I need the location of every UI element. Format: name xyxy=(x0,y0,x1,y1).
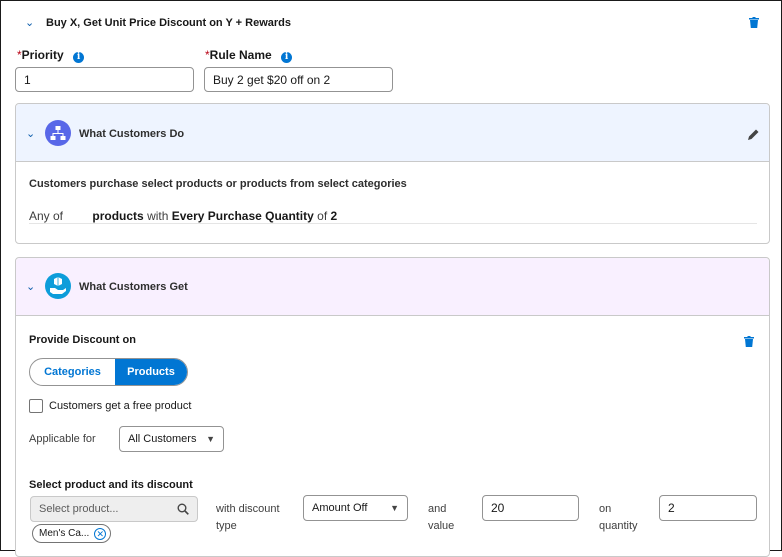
priority-label: Priority xyxy=(21,48,64,62)
gift-hand-icon xyxy=(45,273,71,299)
and-label: and xyxy=(428,503,447,515)
divider xyxy=(29,223,757,224)
any-of-label: Any of xyxy=(29,209,64,223)
rule-name-input[interactable]: Buy 2 get $20 off on 2 xyxy=(204,67,393,92)
rule-card: ⌄ Buy X, Get Unit Price Discount on Y + … xyxy=(0,0,782,557)
product-chip[interactable]: Men's Ca... ✕ xyxy=(32,524,112,543)
do-quantity: 2 xyxy=(330,209,338,223)
remove-chip-icon[interactable]: ✕ xyxy=(94,527,107,540)
discount-type-label-2: type xyxy=(216,520,237,532)
of-text: of xyxy=(317,209,328,223)
priority-label-row: *Priority i xyxy=(17,48,85,63)
rule-name-label-row: *Rule Name i xyxy=(205,48,293,63)
rule-title: Buy X, Get Unit Price Discount on Y + Re… xyxy=(46,17,292,29)
do-section-title: What Customers Do xyxy=(79,128,185,140)
collapse-chevron-icon[interactable]: ⌄ xyxy=(26,282,35,293)
info-icon[interactable]: i xyxy=(73,52,85,63)
do-description: Customers purchase select products or pr… xyxy=(29,178,407,190)
delete-rule-icon[interactable] xyxy=(749,17,759,28)
search-icon xyxy=(177,503,189,515)
priority-input[interactable]: 1 xyxy=(15,67,194,92)
chip-label: Men's Ca... xyxy=(39,528,90,539)
get-section-title: What Customers Get xyxy=(79,281,188,293)
discount-type-select[interactable]: Amount Off ▼ xyxy=(303,495,408,521)
value-label: value xyxy=(428,520,455,532)
with-text: with xyxy=(147,209,169,223)
collapse-chevron-icon[interactable]: ⌄ xyxy=(26,129,35,140)
edit-pencil-icon[interactable] xyxy=(747,128,760,141)
quantity-label: quantity xyxy=(599,520,638,532)
what-customers-get-card: ⌄ What Customers Get Provide Discount on… xyxy=(15,257,770,557)
select-product-label: Select product and its discount xyxy=(29,479,193,491)
quantity-input[interactable]: 2 xyxy=(659,495,757,521)
dropdown-arrow-icon: ▼ xyxy=(206,434,215,444)
discount-on-toggle: Categories Products xyxy=(29,358,188,386)
provide-discount-label: Provide Discount on xyxy=(29,334,136,346)
rule-name-label: Rule Name xyxy=(209,48,272,62)
every-purchase-text: Every Purchase Quantity xyxy=(171,209,314,223)
hierarchy-icon xyxy=(45,120,71,146)
toggle-products[interactable]: Products xyxy=(115,359,187,385)
free-product-label: Customers get a free product xyxy=(49,400,192,412)
product-search-input[interactable]: Select product... xyxy=(30,496,198,522)
do-condition: Any of products with Every Purchase Quan… xyxy=(29,209,337,223)
info-icon[interactable]: i xyxy=(281,52,293,63)
products-link[interactable]: products xyxy=(92,209,143,223)
toggle-categories[interactable]: Categories xyxy=(30,359,115,385)
free-product-checkbox[interactable] xyxy=(29,399,43,413)
applicable-for-select[interactable]: All Customers ▼ xyxy=(119,426,224,452)
collapse-chevron-icon[interactable]: ⌄ xyxy=(25,18,34,29)
on-label: on xyxy=(599,503,612,515)
dropdown-arrow-icon: ▼ xyxy=(390,503,399,513)
discount-type-label-1: with discount xyxy=(216,503,280,515)
delete-discount-icon[interactable] xyxy=(744,336,754,347)
applicable-for-label: Applicable for xyxy=(29,433,96,445)
what-customers-do-card: ⌄ What Customers Do Customers purchase s… xyxy=(15,103,770,244)
discount-value-input[interactable]: 20 xyxy=(482,495,579,521)
